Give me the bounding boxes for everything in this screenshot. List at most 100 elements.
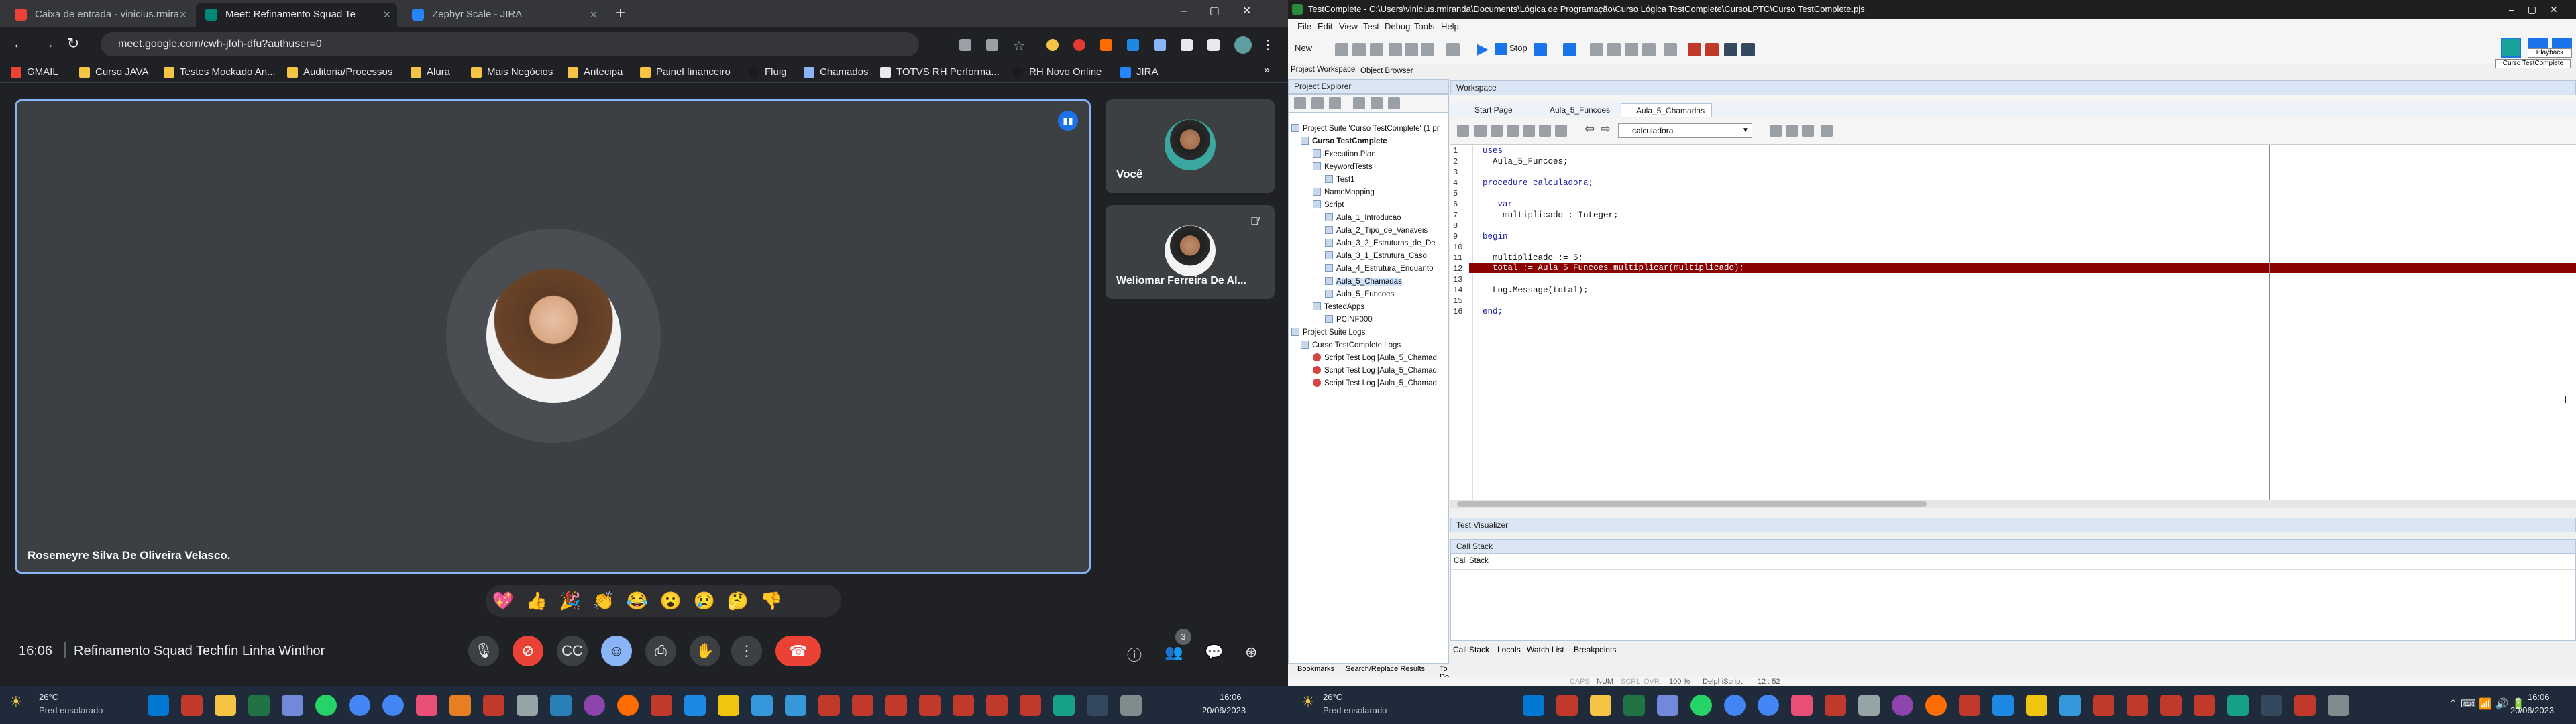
excel-icon[interactable] <box>1623 695 1645 716</box>
menu-help[interactable]: Help <box>1441 19 1459 35</box>
app-icon[interactable] <box>2160 695 2182 716</box>
app-icon[interactable] <box>2093 695 2114 716</box>
step-icon[interactable] <box>1590 43 1603 56</box>
tree-item[interactable]: Aula_4_Estrutura_Enquanto <box>1325 263 1434 276</box>
editor-tool-icon[interactable] <box>1821 125 1833 137</box>
editor-tool-icon[interactable] <box>1555 125 1567 137</box>
start-icon[interactable] <box>148 695 169 716</box>
activities-icon[interactable]: ⊛ <box>1245 644 1257 661</box>
app-icon[interactable] <box>1925 695 1947 716</box>
tab-gmail[interactable]: Caixa de entrada - vinicius.rmira × <box>5 3 193 27</box>
extension-icon[interactable] <box>1100 39 1112 51</box>
app-icon[interactable] <box>2194 695 2215 716</box>
copy-icon[interactable] <box>1405 43 1418 56</box>
explorer-tool-icon[interactable] <box>1311 97 1324 109</box>
tab-start-page[interactable]: Start Page <box>1460 103 1519 117</box>
app-icon[interactable] <box>718 695 739 716</box>
app-icon[interactable] <box>2127 695 2148 716</box>
tree-item[interactable]: Aula_2_Tipo_de_Variaveis <box>1325 225 1428 237</box>
menu-debug[interactable]: Debug <box>1385 19 1410 35</box>
outdent-icon[interactable] <box>1642 43 1656 56</box>
nav-forward-icon[interactable]: ⇨ <box>1601 122 1611 136</box>
bookmark[interactable]: Alura <box>411 62 450 83</box>
tree-item[interactable]: Aula_3_2_Estruturas_de_De <box>1325 237 1436 250</box>
tree-item[interactable]: NameMapping <box>1313 186 1375 199</box>
app-icon[interactable] <box>617 695 639 716</box>
tree-item[interactable]: Test1 <box>1325 174 1355 186</box>
self-tile[interactable]: Você <box>1106 99 1275 193</box>
app-icon[interactable] <box>2294 695 2316 716</box>
settings-icon[interactable] <box>1724 43 1737 56</box>
grid-icon[interactable] <box>1664 43 1677 56</box>
app-icon[interactable] <box>919 695 941 716</box>
tab-bookmarks[interactable]: Bookmarks <box>1297 665 1334 673</box>
vscode-icon[interactable] <box>684 695 706 716</box>
app-icon[interactable] <box>1959 695 1980 716</box>
indent-icon[interactable] <box>1625 43 1638 56</box>
tab-jira[interactable]: Zephyr Scale - JIRA × <box>402 3 604 27</box>
camera-icon[interactable] <box>959 39 971 51</box>
app-icon[interactable] <box>818 695 840 716</box>
app-icon[interactable] <box>651 695 672 716</box>
tree-item[interactable]: Aula_5_Funcoes <box>1325 288 1394 301</box>
editor-tool-icon[interactable] <box>1474 125 1487 137</box>
people-icon[interactable]: 👥 <box>1165 644 1183 661</box>
tree-item[interactable]: Script <box>1313 199 1344 212</box>
bookmark[interactable]: Fluig <box>749 62 787 83</box>
code-editor[interactable] <box>1450 145 2576 507</box>
chrome-icon[interactable] <box>382 695 404 716</box>
tab-search-replace[interactable]: Search/Replace Results <box>1346 665 1425 673</box>
tree-item[interactable]: Aula_3_1_Estrutura_Caso <box>1325 250 1427 263</box>
close-icon[interactable]: × <box>179 3 186 27</box>
app-icon[interactable] <box>1087 695 1108 716</box>
slack-icon[interactable] <box>1791 695 1813 716</box>
extension-icon[interactable] <box>1154 39 1166 51</box>
tab-locals[interactable]: Locals <box>1497 645 1521 654</box>
menu-edit[interactable]: Edit <box>1318 19 1332 35</box>
camera-off-button[interactable]: ⊘ <box>513 636 543 666</box>
tab-watch-list[interactable]: Watch List <box>1527 645 1564 654</box>
explorer-tool-icon[interactable] <box>1371 97 1383 109</box>
chrome-icon[interactable] <box>349 695 370 716</box>
new-button[interactable]: New <box>1295 43 1312 53</box>
open-icon[interactable] <box>1335 43 1348 56</box>
file-explorer-icon[interactable] <box>215 695 236 716</box>
testcomplete-logo[interactable] <box>2501 38 2521 58</box>
reload-icon[interactable]: ↻ <box>67 35 79 52</box>
address-bar[interactable]: meet.google.com/cwh-jfoh-dfu?authuser=0 <box>101 32 919 56</box>
chrome-icon[interactable] <box>1758 695 1779 716</box>
main-participant-tile[interactable]: ▮▮ Rosemeyre Silva De Oliveira Velasco. <box>15 99 1091 574</box>
search-icon[interactable] <box>2059 695 2081 716</box>
tree-item[interactable]: Curso TestComplete <box>1301 135 1387 148</box>
app-icon[interactable] <box>2026 695 2047 716</box>
extension-icon[interactable] <box>1073 39 1085 51</box>
bookmark[interactable]: Painel financeiro <box>640 62 731 83</box>
app-icon[interactable] <box>449 695 471 716</box>
tree-item[interactable]: Curso TestComplete Logs <box>1301 339 1401 352</box>
tree-item[interactable]: Script Test Log [Aula_5_Chamad <box>1313 352 1437 365</box>
record-icon[interactable] <box>1446 43 1460 56</box>
bookmark[interactable]: Testes Mockado An... <box>164 62 276 83</box>
editor-split-line[interactable] <box>2269 145 2270 507</box>
reaction-thumbs-up[interactable]: 👍 <box>525 589 549 613</box>
tab-project-workspace[interactable]: Project Workspace <box>1291 66 1355 74</box>
new-tab-button[interactable]: + <box>616 4 625 23</box>
editor-tool-icon[interactable] <box>1802 125 1814 137</box>
stop-label[interactable]: Stop <box>1509 43 1527 53</box>
close-icon[interactable]: × <box>590 3 597 27</box>
editor-tool-icon[interactable] <box>1539 125 1551 137</box>
tab-aula5-funcoes[interactable]: Aula_5_Funcoes <box>1535 103 1617 117</box>
tab-aula5-chamadas[interactable]: Aula_5_Chamadas <box>1621 103 1713 117</box>
side-panel-icon[interactable] <box>1208 39 1220 51</box>
debug-icon[interactable] <box>1534 43 1547 56</box>
menu-tools[interactable]: Tools <box>1414 19 1434 35</box>
forward-icon[interactable]: → <box>40 35 55 52</box>
discord-icon[interactable] <box>282 695 303 716</box>
explorer-tool-icon[interactable] <box>1353 97 1365 109</box>
app-icon[interactable] <box>584 695 605 716</box>
participant-tile[interactable]: 🎙̸ Weliomar Ferreira De Al... <box>1106 205 1275 299</box>
app-icon[interactable] <box>1892 695 1913 716</box>
test-visualizer-header[interactable]: Test Visualizer <box>1450 518 2576 532</box>
scrollbar-thumb[interactable] <box>1457 501 1927 507</box>
spy-icon[interactable] <box>1705 43 1719 56</box>
